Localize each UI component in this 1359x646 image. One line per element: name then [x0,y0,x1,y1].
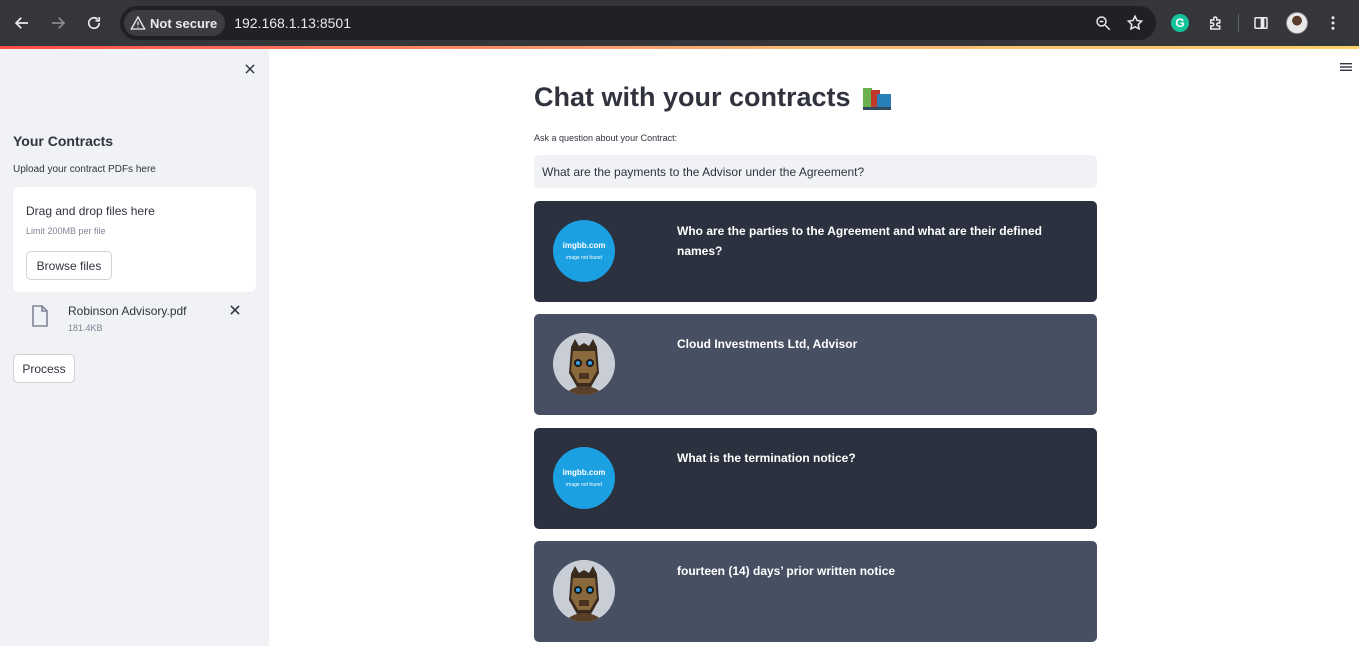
arrow-left-icon [14,17,28,29]
hamburger-menu-icon[interactable] [1339,60,1353,74]
chat-message-user: imgbb.com image not found What is the te… [534,428,1097,529]
chat-message-bot: Cloud Investments Ltd, Advisor [534,314,1097,415]
browser-toolbar: Not secure 192.168.1.13:8501 G [0,0,1359,46]
star-icon[interactable] [1126,14,1144,32]
security-chip[interactable]: Not secure [124,10,226,36]
profile-button[interactable] [1283,9,1311,37]
close-icon [245,64,255,74]
bot-avatar [553,333,615,395]
user-avatar: imgbb.com image not found [553,447,615,509]
back-button[interactable] [4,5,40,41]
warning-icon [130,15,146,30]
sidebar-close-button[interactable] [240,59,260,79]
address-bar[interactable]: Not secure 192.168.1.13:8501 [120,6,1156,40]
books-icon [862,87,891,110]
forward-button[interactable] [40,5,76,41]
remove-file-icon[interactable] [228,303,242,317]
dropzone-limit: Limit 200MB per file [26,226,106,236]
message-text: fourteen (14) days’ prior written notice [677,564,896,578]
sidebar-title: Your Contracts [13,133,114,149]
toolbar-divider [1238,14,1239,32]
file-name: Robinson Advisory.pdf [68,304,187,318]
grammarly-extension-button[interactable]: G [1166,9,1194,37]
user-avatar: imgbb.com image not found [553,220,615,282]
page-title: Chat with your contracts [534,82,893,113]
reload-icon [87,16,101,30]
reload-button[interactable] [76,5,112,41]
browse-files-button[interactable]: Browse files [26,251,112,280]
kebab-menu-icon [1331,16,1335,30]
robot-avatar-icon [553,560,615,622]
message-text: Cloud Investments Ltd, Advisor [677,337,858,351]
process-button[interactable]: Process [13,354,75,383]
file-size: 181.4KB [68,323,103,333]
side-panel-button[interactable] [1247,9,1275,37]
grammarly-icon: G [1171,14,1189,32]
robot-avatar-icon [553,333,615,395]
uploader-label: Upload your contract PDFs here [13,164,156,175]
arrow-right-icon [52,17,66,29]
profile-avatar [1286,12,1308,34]
chat-message-bot: fourteen (14) days’ prior written notice [534,541,1097,642]
chat-message-user: imgbb.com image not found Who are the pa… [534,201,1097,302]
browser-menu-button[interactable] [1319,9,1347,37]
puzzle-icon [1210,16,1221,30]
bot-avatar [553,560,615,622]
question-label: Ask a question about your Contract: [534,133,678,143]
question-input[interactable] [534,155,1097,188]
file-dropzone[interactable]: Drag and drop files here Limit 200MB per… [13,187,256,292]
page-title-text: Chat with your contracts [534,82,851,112]
url-text[interactable]: 192.168.1.13:8501 [234,15,351,31]
zoom-icon[interactable] [1094,14,1112,32]
security-label: Not secure [150,15,218,31]
extensions-button[interactable] [1202,9,1230,37]
side-panel-icon [1254,17,1268,29]
message-text: What is the termination notice? [677,451,856,465]
message-text: Who are the parties to the Agreement and… [677,224,1042,258]
sidebar: Your Contracts Upload your contract PDFs… [0,49,269,646]
uploaded-file-item: Robinson Advisory.pdf 181.4KB [13,299,256,339]
file-icon [32,305,48,327]
dropzone-text: Drag and drop files here [26,204,155,218]
